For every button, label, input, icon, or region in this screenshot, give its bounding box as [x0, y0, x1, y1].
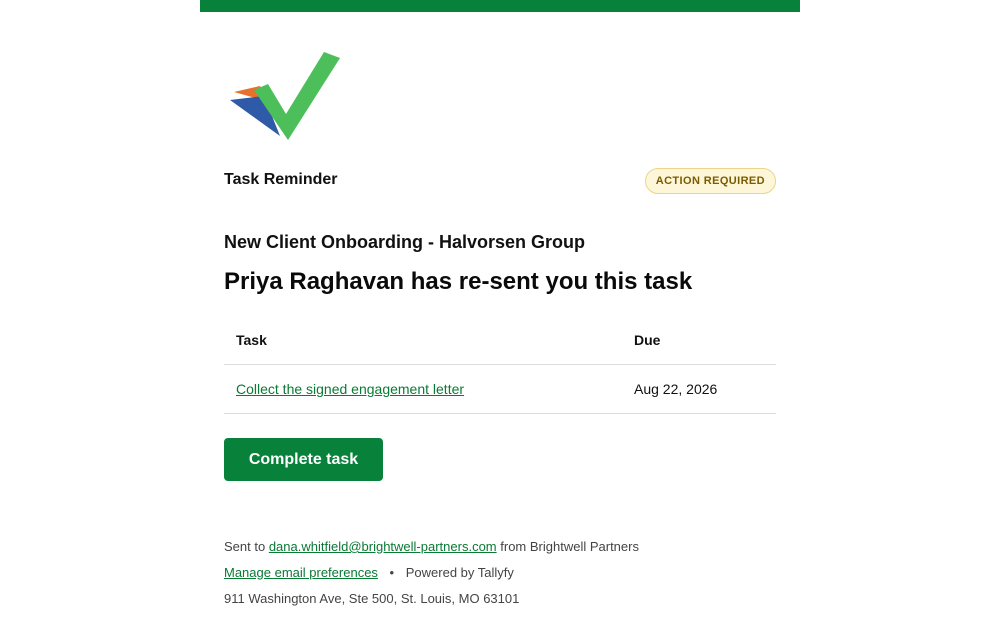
email-headline: Priya Raghavan has re-sent you this task: [224, 268, 693, 295]
sent-to-prefix: Sent to: [224, 539, 266, 554]
recipient-email-link[interactable]: dana.whitfield@brightwell-partners.com: [269, 539, 497, 554]
action-required-badge: ACTION REQUIRED: [644, 168, 776, 194]
manage-preferences-link[interactable]: Manage email preferences: [224, 565, 378, 580]
footer-links-line: Manage email preferences • Powered by Ta…: [224, 564, 776, 590]
brand-top-bar: [200, 0, 800, 12]
due-date-cell: Aug 22, 2026: [622, 364, 776, 414]
complete-task-button[interactable]: Complete task: [224, 438, 383, 481]
footer-sent-line: Sent to dana.whitfield@brightwell-partne…: [224, 538, 776, 564]
sent-from-text: from Brightwell Partners: [500, 539, 639, 554]
column-header-task: Task: [224, 315, 622, 365]
separator-dot: •: [389, 565, 395, 580]
task-cell: Collect the signed engagement letter: [224, 364, 622, 414]
column-header-due: Due: [622, 315, 776, 365]
powered-by-text: Powered by Tallyfy: [405, 565, 514, 580]
task-link[interactable]: Collect the signed engagement letter: [236, 381, 464, 397]
process-title: New Client Onboarding - Halvorsen Group: [224, 232, 586, 252]
task-reminder-label: Task Reminder: [224, 171, 338, 188]
header-row: Task Reminder ACTION REQUIRED: [224, 168, 776, 194]
task-table: Task Due Collect the signed engagement l…: [224, 315, 776, 414]
footer-address: 911 Washington Ave, Ste 500, St. Louis, …: [224, 591, 520, 606]
table-row: Collect the signed engagement letter Aug…: [224, 364, 776, 414]
email-footer: Sent to dana.whitfield@brightwell-partne…: [224, 538, 776, 616]
table-header-row: Task Due: [224, 315, 776, 365]
checkmark-logo-icon: [230, 52, 340, 140]
